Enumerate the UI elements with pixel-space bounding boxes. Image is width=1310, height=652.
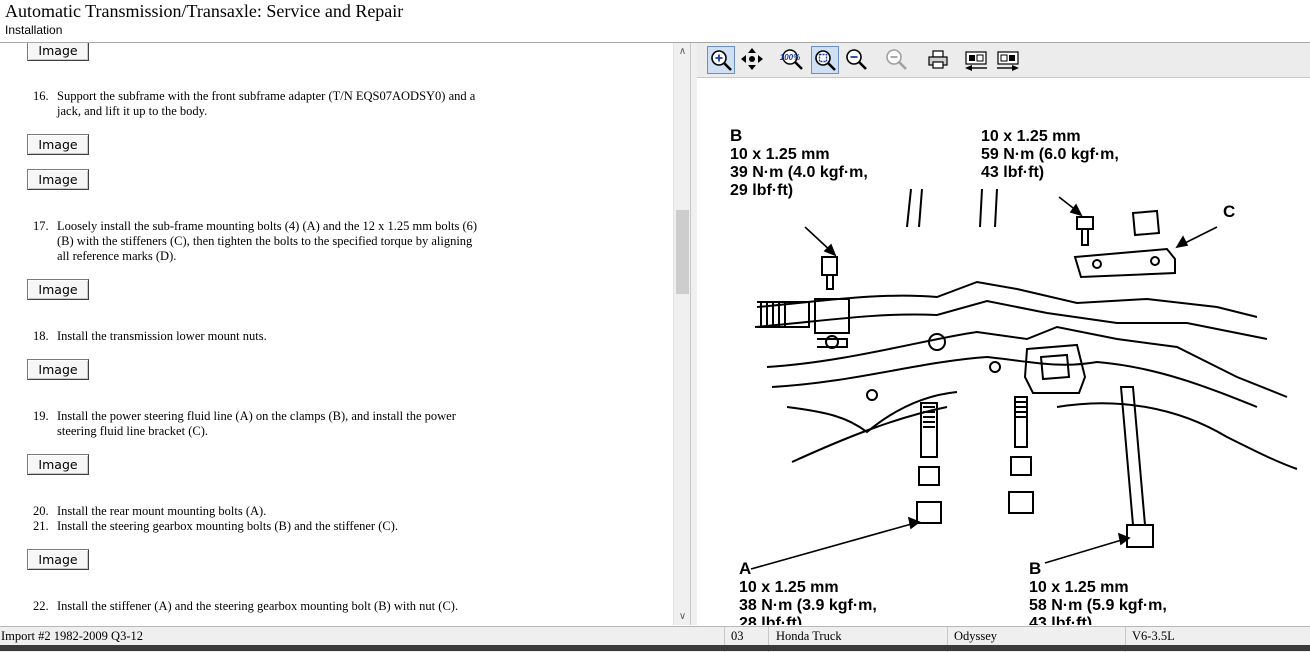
step-text-line: Install the power steering fluid line (A… [57,409,456,423]
step-number: 22. [33,599,49,613]
step-text-line: (B) with the stiffeners (C), then tighte… [57,234,473,248]
callout-a-line: 28 lbf·ft) [739,615,802,625]
step-number: 21. [33,519,49,533]
subframe-drawing [754,188,1298,548]
step-number: 16. [33,89,49,103]
callout-top-line: 59 N·m (6.0 kgf·m, [981,146,1119,163]
callout-a-line: 10 x 1.25 mm [739,579,839,596]
step-text-line: Install the rear mount mounting bolts (A… [57,504,267,518]
callout-c-letter: C [1223,202,1235,221]
callout-b2-letter: B [1029,559,1041,578]
title-bar: Automatic Transmission/Transaxle: Servic… [0,0,1310,43]
step-text-line: jack, and lift it up to the body. [57,104,208,118]
image-button[interactable]: Image [27,549,89,570]
viewer-toolbar: 100% [697,43,1310,78]
step-text-line: Install the stiffener (A) and the steeri… [57,599,459,613]
zoom-100-icon[interactable]: 100% [779,46,807,74]
step-text-line: Install the transmission lower mount nut… [57,329,267,343]
step-17: 17. Loosely install the sub-frame mounti… [33,219,513,265]
scroll-down-icon[interactable]: ∨ [674,608,691,625]
image-button[interactable]: Image [27,134,89,155]
zoom-out-icon[interactable] [883,46,911,74]
installation-diagram: B 10 x 1.25 mm 39 N·m (4.0 kgf·m, 29 lbf… [730,126,1298,625]
zoom-fit-icon[interactable] [811,46,839,74]
step-number: 18. [33,329,49,343]
step-number: 20. [33,504,49,518]
step-22: 22. Install the stiffener (A) and the st… [33,599,513,615]
step-20-21: 20. Install the rear mount mounting bolt… [33,504,513,536]
document-subtitle: Installation [5,23,63,37]
print-icon[interactable] [925,46,953,74]
image-button[interactable]: Image [27,454,89,475]
callout-a-letter: A [739,559,751,578]
next-image-icon[interactable] [995,46,1023,74]
zoom-window-icon[interactable] [843,46,871,74]
step-16: 16. Support the subframe with the front … [33,89,513,121]
scroll-up-icon[interactable]: ∧ [674,43,691,60]
callout-b-line: 29 lbf·ft) [730,182,793,199]
image-viewer: 100% B 10 x 1.25 mm 39 N·m (4.0 kgf·m, 2… [697,43,1310,625]
callout-b-letter: B [730,126,742,145]
callout-b-line: 39 N·m (4.0 kgf·m, [730,164,868,181]
pan-icon[interactable] [739,46,767,74]
taskbar-strip [0,645,1310,651]
step-number: 19. [33,409,49,423]
status-model: Odyssey [954,629,998,643]
scroll-thumb[interactable] [676,210,689,294]
zoom-100-label: 100% [780,53,800,62]
previous-image-icon[interactable] [963,46,991,74]
image-button[interactable]: Image [27,279,89,300]
step-text-line: Install the steering gearbox mounting bo… [57,519,399,533]
status-code: 03 [731,629,744,643]
image-button[interactable]: Image [27,169,89,190]
image-button[interactable]: Image [27,43,89,61]
procedure-pane[interactable]: Image 16. Support the subframe with the … [0,43,673,625]
callout-b2-line: 58 N·m (5.9 kgf·m, [1029,597,1167,614]
step-text-line: all reference marks (D). [57,249,177,263]
callout-b-line: 10 x 1.25 mm [730,146,830,163]
step-19: 19. Install the power steering fluid lin… [33,409,513,441]
step-text-line: steering fluid line bracket (C). [57,424,208,438]
callout-b2-line: 10 x 1.25 mm [1029,579,1129,596]
procedure-scrollbar[interactable]: ∧ ∨ [673,43,691,625]
step-18: 18. Install the transmission lower mount… [33,329,513,345]
image-button[interactable]: Image [27,359,89,380]
step-number: 17. [33,219,49,233]
document-title: Automatic Transmission/Transaxle: Servic… [5,1,404,21]
callout-a-line: 38 N·m (3.9 kgf·m, [739,597,877,614]
status-engine: V6-3.5L [1132,629,1175,643]
callout-top-line: 10 x 1.25 mm [981,128,1081,145]
step-text-line: Loosely install the sub-frame mounting b… [57,219,478,233]
step-text-line: Support the subframe with the front subf… [57,89,476,103]
callout-b2-line: 43 lbf·ft) [1029,615,1092,625]
status-source: Import #2 1982-2009 Q3-12 [1,629,143,643]
zoom-in-icon[interactable] [707,46,735,74]
status-make: Honda Truck [776,629,842,643]
callout-top-line: 43 lbf·ft) [981,164,1044,181]
